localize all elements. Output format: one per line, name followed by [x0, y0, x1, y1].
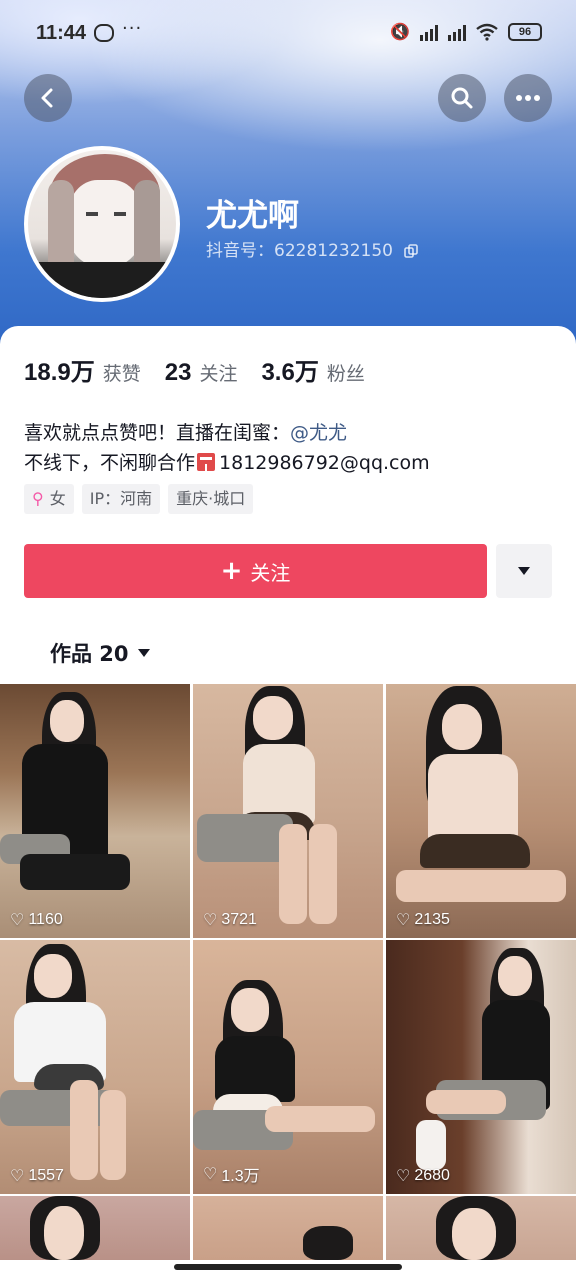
- video-like-count: ♡ 2135: [396, 910, 450, 930]
- heart-icon: ♡: [396, 1168, 411, 1185]
- follow-button[interactable]: + 关注: [24, 544, 487, 598]
- bio-line-1: 喜欢就点点赞吧！直播在闺蜜：@尤尤: [24, 418, 430, 448]
- gender-tag-label: 女: [49, 489, 66, 508]
- douyin-id-text: 抖音号：62281232150: [206, 241, 393, 261]
- followers-label[interactable]: 粉丝: [327, 359, 365, 386]
- recommend-dropdown-button[interactable]: [496, 544, 552, 598]
- like-count-text: 3721: [221, 911, 257, 928]
- back-arrow-icon: [41, 88, 53, 108]
- avatar[interactable]: [24, 146, 180, 302]
- like-count-text: 1.3万: [221, 1168, 260, 1185]
- profile-stats: 18.9万 获赞 23 关注 3.6万 粉丝: [24, 352, 389, 387]
- following-label[interactable]: 关注: [199, 359, 237, 386]
- mailbox-icon: [197, 453, 216, 471]
- video-thumbnail[interactable]: ♡ 1557: [0, 940, 190, 1194]
- video-like-count: ♡ 1160: [10, 910, 63, 930]
- follow-button-label: 关注: [250, 560, 291, 585]
- bio-email: 1812986792@qq.com: [219, 452, 430, 474]
- search-icon: [451, 87, 473, 109]
- video-thumbnail[interactable]: ♡ 3721: [193, 684, 383, 938]
- back-button[interactable]: [24, 74, 72, 122]
- video-like-count: ♡ 3721: [203, 910, 257, 930]
- heart-icon: ♡: [396, 912, 411, 929]
- video-like-count: ♡ 2680: [396, 1166, 450, 1186]
- likes-count: 18.9万: [24, 359, 95, 386]
- profile-nickname: 尤尤啊: [206, 198, 299, 234]
- tab-works[interactable]: 作品 20: [50, 638, 151, 668]
- more-options-button[interactable]: [504, 74, 552, 122]
- caret-down-icon: [137, 649, 150, 657]
- more-dots-icon: [516, 95, 540, 101]
- home-indicator[interactable]: [174, 1264, 402, 1270]
- video-thumbnail[interactable]: [0, 1196, 190, 1260]
- bio-text-2: 不线下，不闲聊合作: [24, 452, 196, 474]
- video-thumbnail[interactable]: ♡ 2680: [386, 940, 576, 1194]
- gender-tag: ⚲ 女: [24, 484, 74, 514]
- location-tag: 重庆·城口: [168, 484, 254, 514]
- heart-icon: ♡: [10, 1168, 25, 1185]
- likes-label: 获赞: [102, 363, 141, 385]
- video-like-count: ♡ 1.3万: [203, 1162, 260, 1186]
- like-count-text: 2135: [414, 911, 450, 928]
- bio-line-2: 不线下，不闲聊合作 1812986792@qq.com: [24, 448, 430, 478]
- more-notifications-icon: ···: [122, 18, 143, 39]
- followers-count[interactable]: 3.6万: [261, 352, 318, 387]
- plus-icon: +: [220, 556, 243, 586]
- douyin-id-row[interactable]: 抖音号：62281232150: [206, 236, 419, 261]
- heart-icon: ♡: [203, 912, 218, 929]
- like-count-text: 1160: [28, 911, 63, 928]
- video-thumbnail[interactable]: ♡ 1160: [0, 684, 190, 938]
- message-notification-icon: [94, 24, 114, 42]
- copy-icon[interactable]: [404, 244, 419, 258]
- heart-icon: ♡: [203, 1166, 218, 1183]
- avatar-image: [28, 150, 176, 298]
- profile-tags: ⚲ 女 IP：河南 重庆·城口: [24, 484, 254, 514]
- following-count[interactable]: 23: [165, 359, 192, 387]
- profile-bio: 喜欢就点点赞吧！直播在闺蜜：@尤尤 不线下，不闲聊合作 1812986792@qq…: [24, 418, 430, 478]
- video-thumbnail[interactable]: [193, 1196, 383, 1260]
- heart-icon: ♡: [10, 912, 25, 929]
- like-count-text: 2680: [414, 1167, 450, 1184]
- status-time: 11:44: [36, 22, 87, 44]
- search-button[interactable]: [438, 74, 486, 122]
- video-thumbnail[interactable]: ♡ 1.3万: [193, 940, 383, 1194]
- caret-down-icon: [518, 567, 530, 575]
- bio-text-1: 喜欢就点点赞吧！直播在闺蜜：: [24, 422, 291, 444]
- video-thumbnail[interactable]: ♡ 2135: [386, 684, 576, 938]
- female-icon: ⚲: [32, 489, 44, 508]
- video-like-count: ♡ 1557: [10, 1166, 64, 1186]
- signal-icon-1: [420, 23, 438, 41]
- like-count-text: 1557: [28, 1167, 64, 1184]
- status-right-icons: 🔇 96: [390, 22, 542, 41]
- status-bar: 11:44 ··· 🔇 96: [0, 14, 576, 54]
- wifi-icon: [476, 23, 498, 41]
- works-tab-label: 作品 20: [50, 642, 129, 666]
- ip-tag: IP：河南: [81, 484, 161, 514]
- battery-indicator: 96: [508, 22, 542, 41]
- bio-mention-link[interactable]: @尤尤: [290, 422, 347, 444]
- mute-icon: 🔇: [390, 22, 410, 41]
- video-thumbnail[interactable]: [386, 1196, 576, 1260]
- signal-icon-2: [448, 23, 466, 41]
